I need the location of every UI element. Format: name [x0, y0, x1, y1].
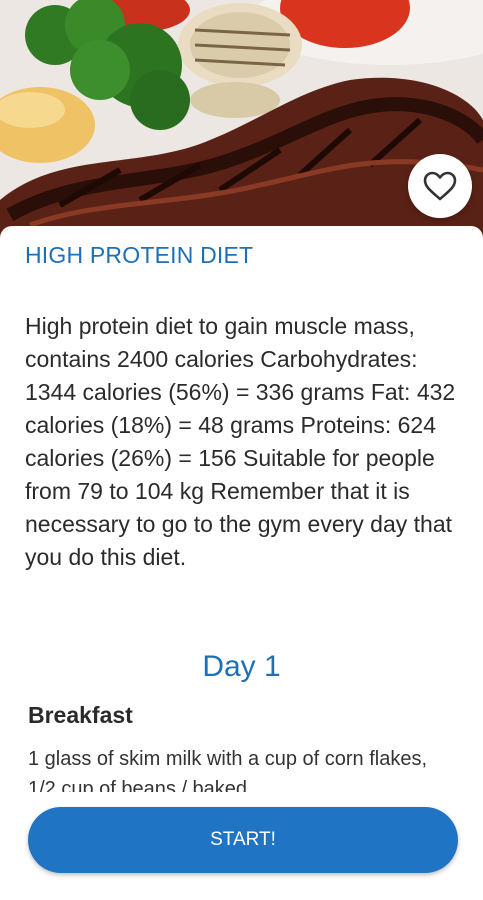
- meal-title: Breakfast: [28, 702, 133, 728]
- diet-detail-card: HIGH PROTEIN DIET High protein diet to g…: [0, 226, 483, 900]
- heart-outline-icon: [423, 171, 457, 201]
- day-heading: Day 1: [202, 650, 281, 683]
- favorite-button[interactable]: [408, 154, 472, 218]
- steak-photo: [0, 0, 483, 240]
- meal-body: 1 glass of skim milk with a cup of corn …: [28, 748, 428, 792]
- start-button[interactable]: START!: [28, 807, 458, 873]
- diet-description: High protein diet to gain muscle mass, c…: [25, 313, 456, 570]
- diet-title: HIGH PROTEIN DIET: [25, 242, 254, 268]
- meal-body-scroll[interactable]: 1 glass of skim milk with a cup of corn …: [0, 742, 483, 792]
- hero-image: [0, 0, 483, 240]
